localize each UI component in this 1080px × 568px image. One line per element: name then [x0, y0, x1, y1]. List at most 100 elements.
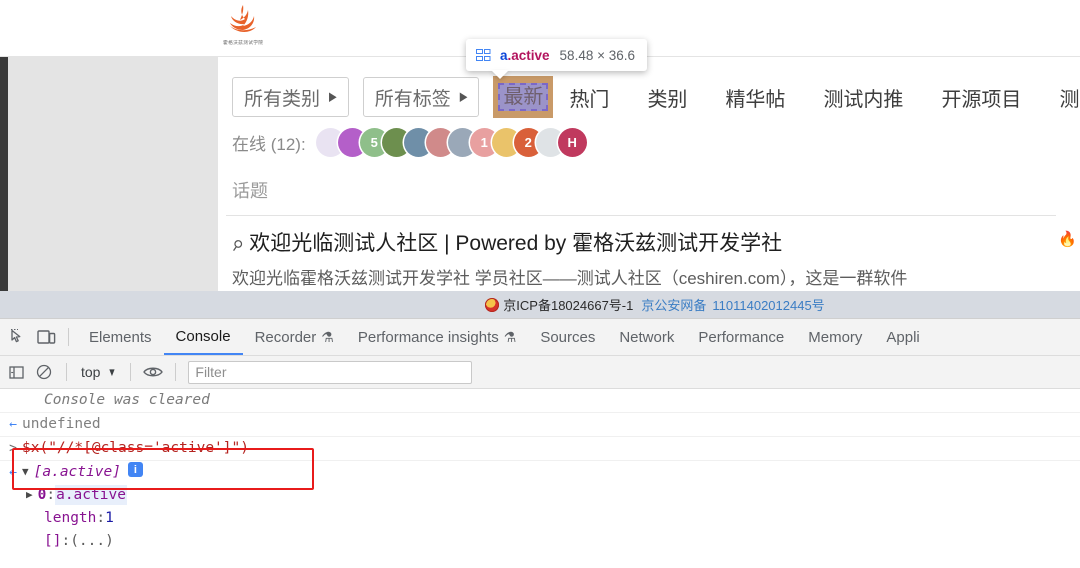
tab-application[interactable]: Appli	[874, 320, 931, 355]
element-class: .active	[507, 47, 550, 63]
clear-console-icon[interactable]	[30, 358, 58, 386]
context-label: top	[81, 364, 101, 380]
all-categories-dropdown[interactable]: 所有类别 ▶	[232, 77, 349, 117]
tab-label: Elements	[89, 328, 152, 346]
tab-label: Network	[619, 328, 675, 346]
police-badge-icon	[485, 297, 500, 312]
inspected-element-name: a.active	[500, 48, 550, 63]
site-logo[interactable]: 霍格沃兹测试学院	[212, 3, 274, 55]
page-left-rail	[0, 57, 218, 300]
property-key: []	[44, 533, 62, 549]
nav-item-referral[interactable]: 测试内推	[823, 83, 903, 112]
separator: :	[96, 510, 106, 526]
element-inspector-tooltip: a.active 58.48 × 36.6	[466, 39, 647, 71]
result-array-value: [a.active]	[33, 464, 121, 480]
nav-item-latest-highlighted[interactable]: 最新	[493, 76, 554, 118]
icp-footer-content: 京ICP备18024667号-1 京公安网备 11011402012445号	[485, 295, 825, 314]
chevron-right-icon: ▶	[459, 90, 468, 104]
tab-performance-insights[interactable]: Performance insights ⚗	[346, 320, 528, 355]
tab-label: Performance insights	[357, 328, 499, 346]
divider	[226, 215, 1056, 216]
info-badge-icon[interactable]: i	[127, 462, 143, 477]
all-tags-dropdown[interactable]: 所有标签 ▶	[362, 77, 480, 117]
tab-label: Memory	[808, 328, 863, 346]
gutter	[4, 390, 22, 391]
police-record-label[interactable]: 京公安网备	[641, 295, 706, 314]
inspector-content-box: 最新	[498, 83, 549, 111]
tab-label: Appli	[886, 328, 920, 346]
online-label: 在线 (12):	[232, 134, 306, 154]
expand-triangle-icon[interactable]: ▶	[26, 485, 33, 505]
entry-index: 0	[37, 487, 47, 503]
console-command-line[interactable]: > $x("//*[@class='active']")	[0, 437, 1080, 461]
divider	[130, 363, 132, 381]
inspect-element-icon[interactable]	[4, 323, 32, 351]
online-avatar-list: 5 1 2 H	[315, 127, 587, 157]
console-array-prototype[interactable]: [] : (...)	[0, 530, 1080, 553]
tab-network[interactable]: Network	[607, 320, 686, 355]
expand-triangle-icon[interactable]: ▼	[22, 462, 29, 482]
topic-description: 欢迎光临霍格沃兹测试开发学社 学员社区——测试人社区（ceshiren.com）…	[232, 269, 908, 288]
nav-item-qa[interactable]: 测试答疑	[1059, 83, 1080, 112]
console-toolbar: top ▼ Filter	[0, 356, 1080, 389]
return-arrow-icon: ←	[9, 417, 17, 432]
hogwarts-logo-icon	[223, 3, 263, 37]
console-sidebar-icon[interactable]	[2, 358, 30, 386]
page-content: 所有类别 ▶ 所有标签 ▶ 最新 热门 类别 精华帖 测试内推 开源项目 测试答…	[218, 57, 1080, 300]
all-categories-label: 所有类别	[244, 88, 321, 110]
console-array-length: length : 1	[0, 507, 1080, 530]
tooltip-pointer	[491, 70, 509, 79]
console-result-array[interactable]: ← ▼ [a.active] i	[0, 461, 1080, 484]
console-cleared-message: Console was cleared	[0, 389, 1080, 413]
topic-title-row[interactable]: ⚲ 欢迎光临测试人社区 | Powered by 霍格沃兹测试开发学社	[229, 227, 1062, 257]
topic-list-item: ⚲ 欢迎光临测试人社区 | Powered by 霍格沃兹测试开发学社 欢迎光临…	[229, 227, 1077, 289]
grid-layout-icon	[476, 48, 491, 62]
execution-context-selector[interactable]: top ▼	[75, 364, 122, 380]
tab-recorder[interactable]: Recorder ⚗	[243, 320, 346, 355]
divider	[68, 328, 69, 346]
console-filter-input[interactable]: Filter	[188, 360, 473, 384]
tab-label: Recorder	[254, 328, 317, 346]
tab-elements[interactable]: Elements	[77, 320, 164, 355]
property-value: 1	[105, 510, 114, 526]
property-value[interactable]: (...)	[70, 531, 114, 551]
page-left-edge	[0, 57, 8, 300]
result-value: undefined	[22, 416, 101, 432]
nav-item-categories[interactable]: 类别	[647, 83, 687, 112]
property-key: length	[44, 510, 97, 526]
nav-item-featured[interactable]: 精华帖	[725, 83, 785, 112]
avatar[interactable]: H	[557, 127, 587, 157]
console-array-entry[interactable]: ▶ 0 : a.active	[0, 484, 1080, 507]
nav-item-opensource[interactable]: 开源项目	[941, 83, 1021, 112]
devtools-panel: Elements Console Recorder ⚗ Performance i…	[0, 318, 1080, 568]
return-arrow-icon: ←	[9, 465, 17, 480]
icp-footer-bar: 京ICP备18024667号-1 京公安网备 11011402012445号	[0, 291, 1080, 318]
live-expression-icon[interactable]	[139, 358, 167, 386]
element-tag: a	[500, 47, 508, 63]
topics-column-header: 话题	[232, 181, 268, 201]
topic-participant-avatars: 🔥	[1058, 225, 1080, 252]
tab-label: Console	[175, 327, 231, 345]
screenshot-root: 霍格沃兹测试学院 所有类别 ▶ 所有标签 ▶ 最新 热门 类别 精华帖 测试内推…	[0, 0, 1080, 568]
console-output[interactable]: Console was cleared ← undefined > $x("//…	[0, 389, 1080, 568]
icp-number: 京ICP备18024667号-1	[503, 298, 634, 313]
nav-item-label: 最新	[503, 86, 544, 108]
flask-icon: ⚗	[503, 328, 517, 345]
device-toolbar-icon[interactable]	[32, 323, 60, 351]
entry-node-value[interactable]: a.active	[55, 485, 127, 505]
divider	[175, 363, 177, 381]
cleared-text: Console was cleared	[44, 392, 210, 408]
element-dimensions: 58.48 × 36.6	[559, 47, 635, 63]
chevron-down-icon: ▼	[107, 365, 117, 379]
filter-placeholder: Filter	[195, 364, 227, 380]
online-users-row: 在线 (12): 5 1 2 H	[232, 127, 587, 157]
category-nav-row: 所有类别 ▶ 所有标签 ▶ 最新 热门 类别 精华帖 测试内推 开源项目 测试答…	[232, 76, 1080, 118]
nav-item-hot[interactable]: 热门	[569, 83, 609, 112]
console-result-undefined: ← undefined	[0, 413, 1080, 437]
tab-memory[interactable]: Memory	[796, 320, 874, 355]
tab-label: Sources	[540, 328, 596, 346]
tab-console[interactable]: Console	[163, 320, 243, 355]
console-command-text: $x("//*[@class='active']")	[22, 440, 249, 456]
tab-performance[interactable]: Performance	[686, 320, 796, 355]
tab-sources[interactable]: Sources	[528, 320, 607, 355]
